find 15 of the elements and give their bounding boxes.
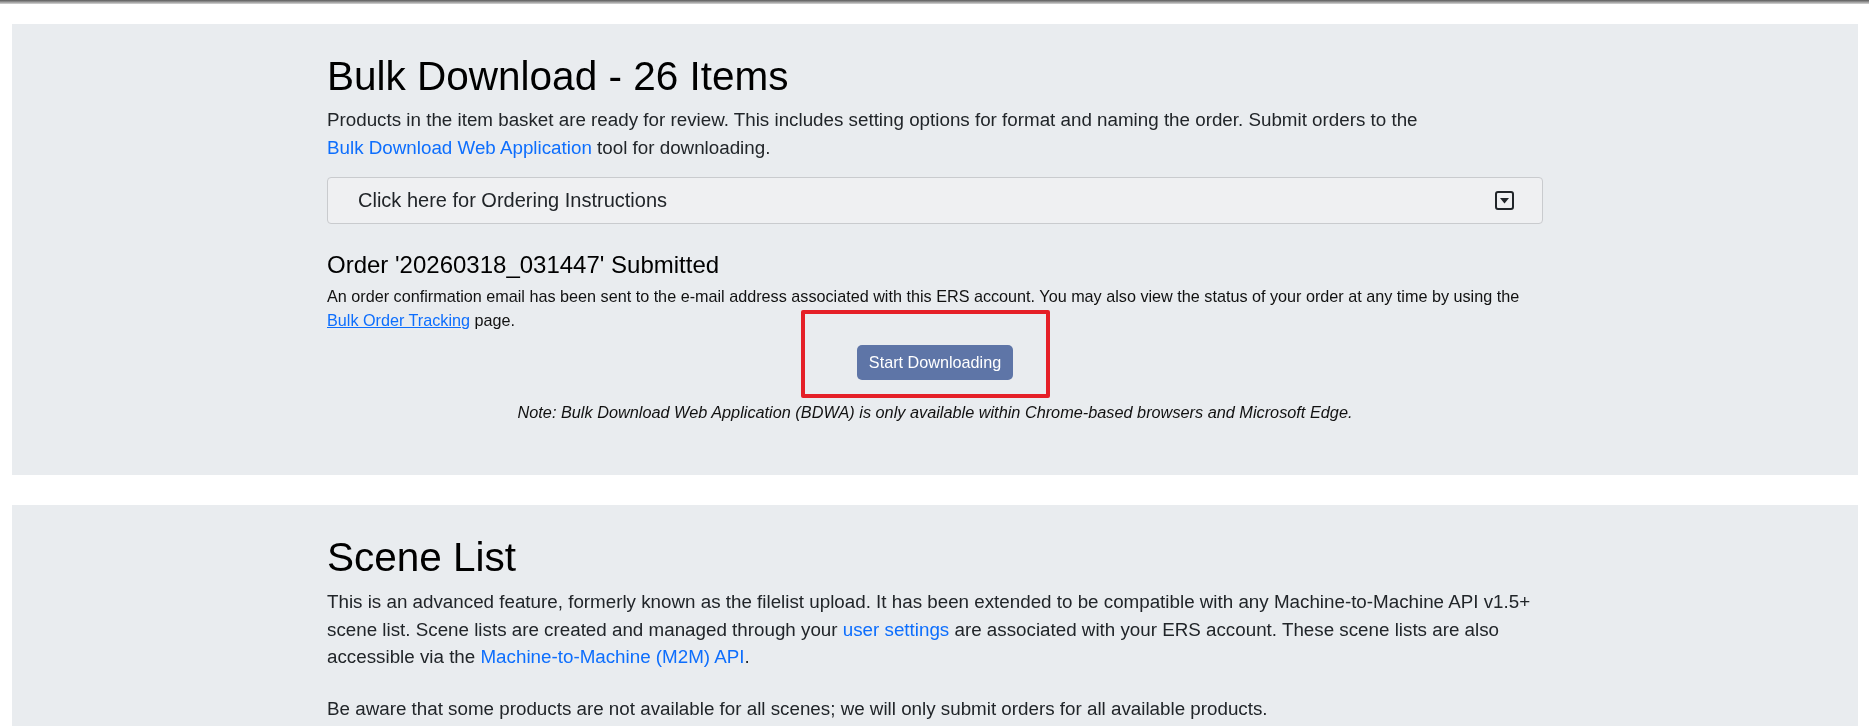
- confirmation-message: An order confirmation email has been sent to the e-mail address associated with this ERS account. You may also view the status of your order at any time by using the Bulk Order Tracking page.: [327, 286, 1521, 331]
- page-heading: Bulk Download - 26 Items: [327, 52, 790, 100]
- instructions-toggle[interactable]: Click here for Ordering Instructions: [327, 177, 1543, 224]
- section-heading: Scene List: [327, 533, 518, 581]
- text-link[interactable]: user settings: [842, 618, 950, 640]
- text-link[interactable]: Machine-to-Machine (M2M) API: [480, 646, 745, 667]
- start-downloading-button[interactable]: Start Downloading: [856, 345, 1014, 380]
- browser-note: Note: Bulk Download Web Application (BDWA) is only available within Chrome-based browsers and Microsoft Edge.: [516, 402, 1354, 423]
- body-paragraph: This is an advanced feature, formerly known as the filelist upload. It has been extended to be compatible with any Machine-to-Machine API v1.5+ scene list. Scene lists are created and managed through your user settings are associated with your ERS account. These scene lists are also accessible via the Machine-to-Machine (M2M) API.: [327, 590, 1532, 669]
- body-paragraph: Be aware that some products are not available for all scenes; we will only submit orders for all available products.: [327, 696, 1269, 721]
- toggle-label: Click here for Ordering Instructions: [358, 189, 667, 212]
- order-heading: Order '20260318_031447' Submitted: [327, 250, 721, 279]
- intro-paragraph: Products in the item basket are ready for review. This includes setting options for format and naming the order. Submit orders to the Bulk Download Web Application tool for downloading.: [327, 108, 1419, 160]
- text-link[interactable]: Bulk Order Tracking: [327, 311, 471, 329]
- text-link[interactable]: Bulk Download Web Application: [327, 136, 592, 158]
